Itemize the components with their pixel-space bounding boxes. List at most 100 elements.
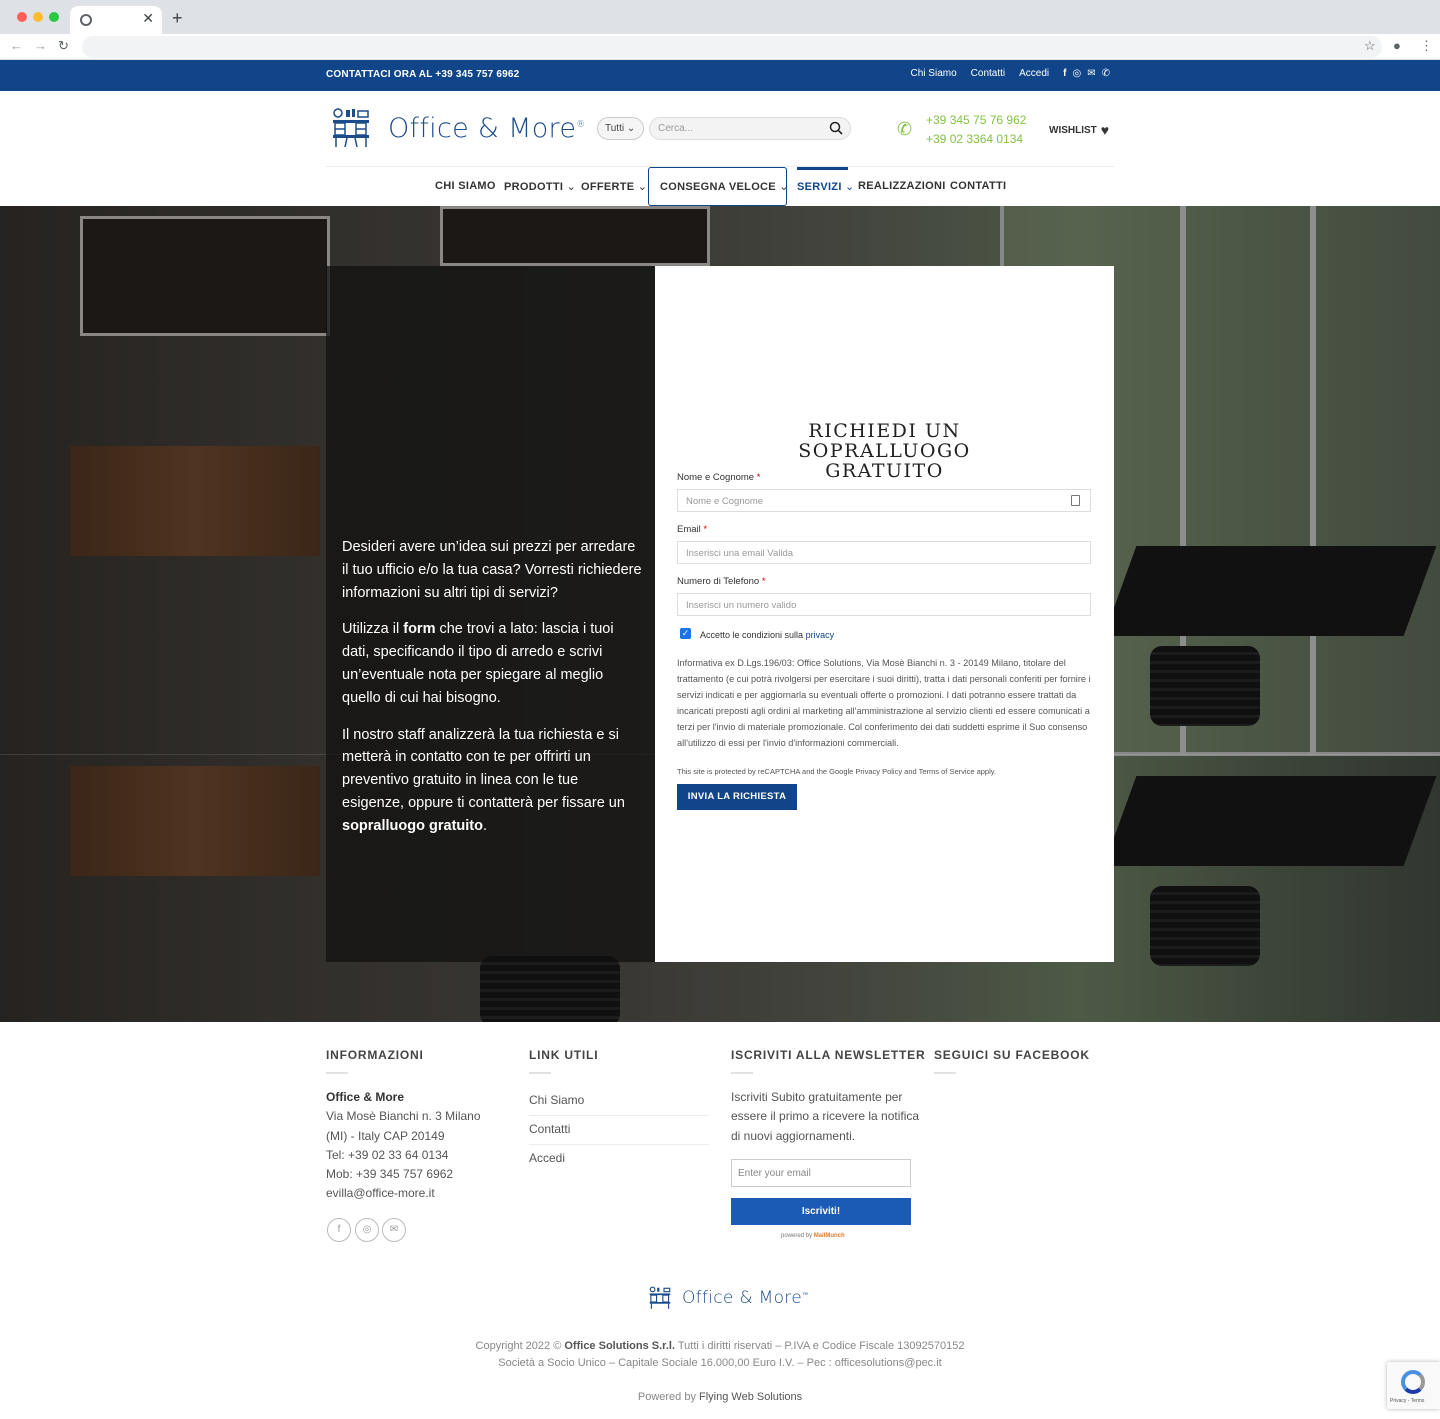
- footer-tel[interactable]: Tel: +39 02 33 64 0134: [326, 1148, 448, 1162]
- powered-by-link[interactable]: Flying Web Solutions: [699, 1391, 802, 1403]
- recaptcha-icon: [1401, 1370, 1425, 1394]
- browser-tab-strip: ✕ +: [0, 0, 1440, 34]
- profile-icon[interactable]: ●: [1393, 38, 1401, 53]
- footer-title-underline: [326, 1072, 348, 1074]
- privacy-label: Accetto le condizioni sulla privacy: [700, 630, 835, 640]
- recaptcha-terms[interactable]: Privacy - Terms: [1390, 1398, 1424, 1404]
- close-window-button[interactable]: [17, 12, 27, 22]
- topbar-links: Chi Siamo Contatti Accedi f ◎ ✉ ✆: [911, 68, 1110, 79]
- top-bar: CONTATTACI ORA AL +39 345 757 6962 Chi S…: [0, 60, 1440, 91]
- chevron-down-icon: ⌄: [779, 181, 789, 193]
- survey-request-form: RICHIEDI UN SOPRALLUOGO GRATUITO Nome e …: [655, 266, 1114, 962]
- logo-wordmark: Office & More®: [388, 112, 586, 144]
- phone-field[interactable]: Inserisci un numero valido: [677, 593, 1091, 616]
- topbar-phone[interactable]: CONTATTACI ORA AL +39 345 757 6962: [326, 69, 519, 80]
- newsletter-email-input[interactable]: Enter your email: [731, 1159, 911, 1187]
- desk-logo-icon: [333, 108, 369, 148]
- email-icon[interactable]: ✉: [1087, 68, 1095, 79]
- menu-kebab-icon[interactable]: ⋮: [1420, 38, 1433, 54]
- nav-realizzazioni[interactable]: REALIZZAZIONI: [858, 180, 946, 192]
- bookmark-star-icon[interactable]: ☆: [1364, 38, 1376, 54]
- copyright: Copyright 2022 © Office Solutions S.r.l.…: [0, 1338, 1440, 1372]
- desk-logo-icon: [649, 1286, 671, 1309]
- address-bar[interactable]: [82, 36, 1382, 58]
- header-phones: +39 345 75 76 962 +39 02 3364 0134: [926, 111, 1026, 149]
- hero-paragraph-2: Utilizza il form che trovi a lato: lasci…: [342, 621, 614, 706]
- submit-request-button[interactable]: INVIA LA RICHIESTA: [677, 784, 797, 810]
- hero-info-panel: Desideri avere un’idea sui prezzi per ar…: [326, 266, 655, 962]
- hero-section: Desideri avere un’idea sui prezzi per ar…: [0, 206, 1440, 1022]
- forward-icon[interactable]: →: [34, 38, 47, 53]
- recaptcha-note: This site is protected by reCAPTCHA and …: [677, 767, 997, 776]
- email-field[interactable]: Inserisci una email Valida: [677, 541, 1091, 564]
- facebook-icon[interactable]: f: [1063, 68, 1066, 79]
- chevron-down-icon: ⌄: [566, 181, 577, 193]
- browser-tab[interactable]: ✕: [70, 6, 162, 34]
- footer-logo-wordmark: Office & More™: [682, 1288, 809, 1308]
- facebook-icon[interactable]: f: [327, 1218, 351, 1242]
- browser-toolbar: ← → ↻ ☆ ● ⋮: [0, 34, 1440, 60]
- name-field[interactable]: Nome e Cognome: [677, 489, 1091, 512]
- instagram-icon[interactable]: ◎: [355, 1218, 379, 1242]
- footer-logo[interactable]: Office & More™: [648, 1286, 808, 1310]
- chevron-down-icon: ⌄: [626, 123, 636, 134]
- privacy-link[interactable]: privacy: [806, 630, 835, 640]
- footer-company-name: Office & More: [326, 1090, 405, 1104]
- topbar-social: f ◎ ✉ ✆: [1063, 68, 1110, 79]
- footer-info: Office & More Via Mosè Bianchi n. 3 Mila…: [326, 1088, 481, 1204]
- nav-active-indicator: [797, 167, 848, 170]
- topbar-link-accedi[interactable]: Accedi: [1019, 68, 1049, 79]
- chevron-down-icon: ⌄: [845, 181, 855, 193]
- new-tab-icon[interactable]: +: [172, 8, 183, 29]
- hero-info-text: Desideri avere un’idea sui prezzi per ar…: [342, 536, 642, 852]
- email-icon[interactable]: ✉: [382, 1218, 406, 1242]
- footer-links-title: LINK UTILI: [529, 1048, 599, 1062]
- nav-consegna-veloce[interactable]: CONSEGNA VELOCE ⌄: [660, 180, 789, 193]
- chrome-icon: [80, 14, 92, 26]
- close-tab-icon[interactable]: ✕: [142, 10, 154, 27]
- email-label: Email *: [677, 524, 708, 535]
- wishlist-label: WISHLIST: [1049, 124, 1097, 136]
- privacy-checkbox[interactable]: ✓: [680, 628, 691, 639]
- footer-title-underline: [731, 1072, 753, 1074]
- reload-icon[interactable]: ↻: [58, 38, 69, 54]
- hero-paragraph-1: Desideri avere un’idea sui prezzi per ar…: [342, 539, 642, 601]
- minimize-window-button[interactable]: [33, 12, 43, 22]
- topbar-link-contatti[interactable]: Contatti: [971, 68, 1005, 79]
- footer-title-underline: [529, 1072, 551, 1074]
- site-header: Office & More® Tutti ⌄ Cerca... ✆ +39 34…: [0, 91, 1440, 206]
- site-logo[interactable]: Office & More®: [330, 107, 586, 149]
- newsletter-description: Iscriviti Subito gratuitamente per esser…: [731, 1090, 920, 1143]
- category-select[interactable]: Tutti ⌄: [597, 117, 644, 140]
- footer-link-contatti[interactable]: Contatti: [529, 1122, 709, 1145]
- nav-chi-siamo[interactable]: CHI SIAMO: [435, 180, 496, 192]
- back-icon[interactable]: ←: [10, 38, 23, 53]
- phone-icon: ✆: [897, 119, 913, 139]
- footer-email[interactable]: evilla@office-more.it: [326, 1186, 435, 1200]
- search-input[interactable]: Cerca...: [649, 117, 851, 140]
- recaptcha-badge[interactable]: Privacy - Terms: [1387, 1362, 1440, 1409]
- nav-offerte[interactable]: OFFERTE ⌄: [581, 180, 647, 193]
- site-footer: INFORMAZIONI Office & More Via Mosè Bian…: [0, 1022, 1440, 1419]
- nav-servizi[interactable]: SERVIZI ⌄: [797, 180, 855, 193]
- instagram-icon[interactable]: ◎: [1072, 68, 1081, 79]
- search-icon[interactable]: [829, 121, 843, 135]
- mailmunch-credit[interactable]: powered by MailMunch: [781, 1233, 845, 1239]
- footer-link-chi-siamo[interactable]: Chi Siamo: [529, 1093, 709, 1116]
- footer-mobile[interactable]: Mob: +39 345 757 6962: [326, 1167, 453, 1181]
- newsletter-subscribe-button[interactable]: Iscriviti!: [731, 1198, 911, 1225]
- footer-link-accedi[interactable]: Accedi: [529, 1151, 709, 1173]
- topbar-link-chi-siamo[interactable]: Chi Siamo: [911, 68, 957, 79]
- phone-icon[interactable]: ✆: [1102, 68, 1110, 79]
- powered-by: Powered by Flying Web Solutions: [637, 1391, 803, 1403]
- chevron-down-icon: ⌄: [637, 181, 648, 193]
- nav-prodotti[interactable]: PRODOTTI ⌄: [504, 180, 576, 193]
- wishlist-link[interactable]: WISHLIST ♥: [1049, 122, 1109, 138]
- privacy-informativa: Informativa ex D.Lgs.196/03: Office Solu…: [677, 658, 1091, 748]
- maximize-window-button[interactable]: [49, 12, 59, 22]
- header-phone-1[interactable]: +39 345 75 76 962: [926, 111, 1026, 130]
- heart-icon: ♥: [1100, 122, 1110, 138]
- footer-address-line: (MI) - Italy CAP 20149: [326, 1128, 445, 1143]
- nav-contatti[interactable]: CONTATTI: [950, 180, 1006, 192]
- header-phone-2[interactable]: +39 02 3364 0134: [926, 130, 1026, 149]
